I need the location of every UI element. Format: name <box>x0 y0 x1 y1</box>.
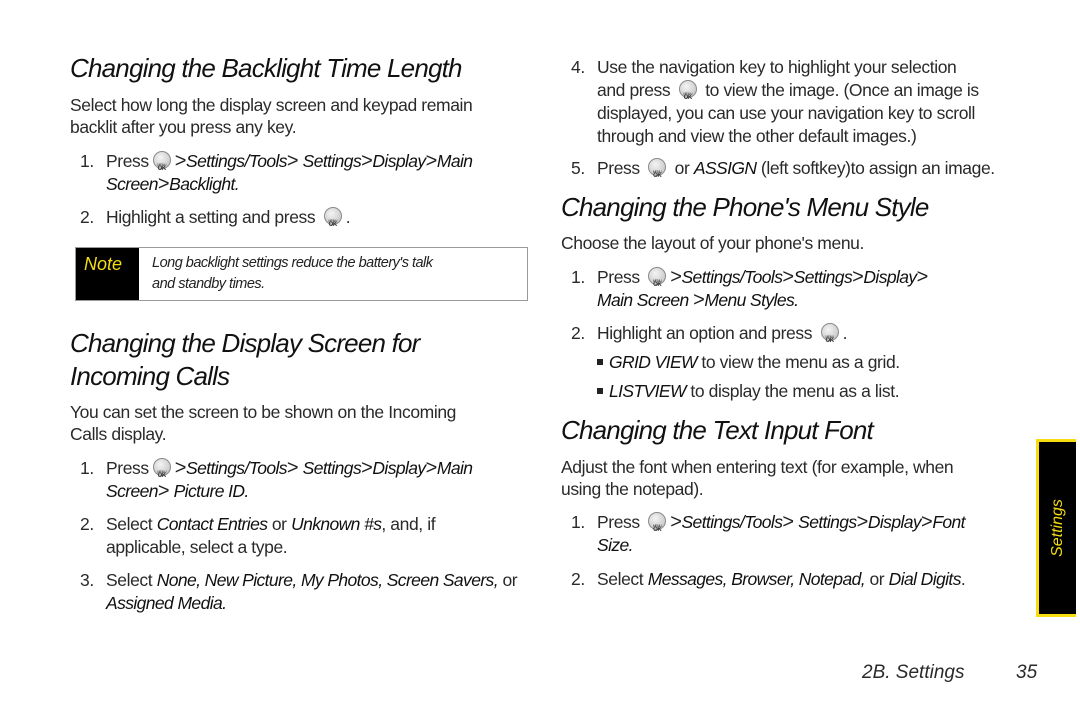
heading-display-screen-2: Incoming Calls <box>70 361 230 391</box>
menu-ok-key-icon <box>678 80 697 110</box>
heading-text-input-font: Changing the Text Input Font <box>561 415 874 445</box>
display-step-1: 1. Press>Settings/Tools> Settings>Displa… <box>70 457 530 503</box>
menu-ok-key-icon <box>648 512 667 542</box>
display-intro-1: You can set the screen to be shown on th… <box>70 402 457 422</box>
bullet-list-view: LISTVIEW to display the menu as a list. <box>597 380 900 403</box>
font-intro-2: using the notepad). <box>561 479 704 499</box>
backlight-intro-2: backlit after you press any key. <box>70 117 297 137</box>
bullet-square-icon <box>597 388 603 394</box>
side-tab-label: Settings <box>1048 499 1066 557</box>
menu-ok-key-icon <box>648 267 667 297</box>
heading-backlight: Changing the Backlight Time Length <box>70 53 463 83</box>
menu-style-intro: Choose the layout of your phone's menu. <box>561 233 864 253</box>
backlight-step-1: 1. Press>Settings/Tools> Settings>Displa… <box>70 150 530 196</box>
display-step-3: 3. Select None, New Picture, My Photos, … <box>80 570 518 613</box>
heading-display-screen-1: Changing the Display Screen for <box>70 328 420 358</box>
footer-section-title: 2B. Settings <box>862 662 965 683</box>
font-intro-1: Adjust the font when entering text (for … <box>561 457 954 477</box>
display-intro-2: Calls display. <box>70 424 167 444</box>
backlight-step-2: 2. Highlight a setting and press . <box>70 206 530 237</box>
section-side-tab: Settings <box>1036 439 1076 617</box>
bullet-grid-view: GRID VIEW to view the menu as a grid. <box>597 351 900 374</box>
page-number: 35 <box>1016 662 1038 683</box>
bullet-square-icon <box>597 359 603 365</box>
menu-ok-key-icon <box>152 151 171 181</box>
font-step-1: 1. Press >Settings/Tools> Settings>Displ… <box>561 511 1031 557</box>
menu-ok-key-icon <box>820 323 839 353</box>
menu-style-step-2: 2. Highlight an option and press . <box>561 322 1031 353</box>
note-text: Long backlight settings reduce the batte… <box>152 255 433 292</box>
note-label: Note <box>76 248 139 300</box>
menu-ok-key-icon <box>648 158 667 188</box>
display-step-5: 5. Press or ASSIGN (left softkey)to assi… <box>561 157 1031 188</box>
backlight-intro-1: Select how long the display screen and k… <box>70 95 473 115</box>
heading-menu-style: Changing the Phone's Menu Style <box>561 192 929 222</box>
menu-ok-key-icon <box>152 458 171 488</box>
font-step-2: 2. Select Messages, Browser, Notepad, or… <box>571 569 966 589</box>
display-step-4: 4. Use the navigation key to highlight y… <box>561 56 1031 148</box>
menu-style-step-1: 1. Press >Settings/Tools>Settings>Displa… <box>561 266 1031 312</box>
display-step-2: 2. Select Contact Entries or Unknown #s,… <box>80 514 436 557</box>
note-box: Note Long backlight settings reduce the … <box>75 247 528 301</box>
menu-ok-key-icon <box>323 207 342 237</box>
